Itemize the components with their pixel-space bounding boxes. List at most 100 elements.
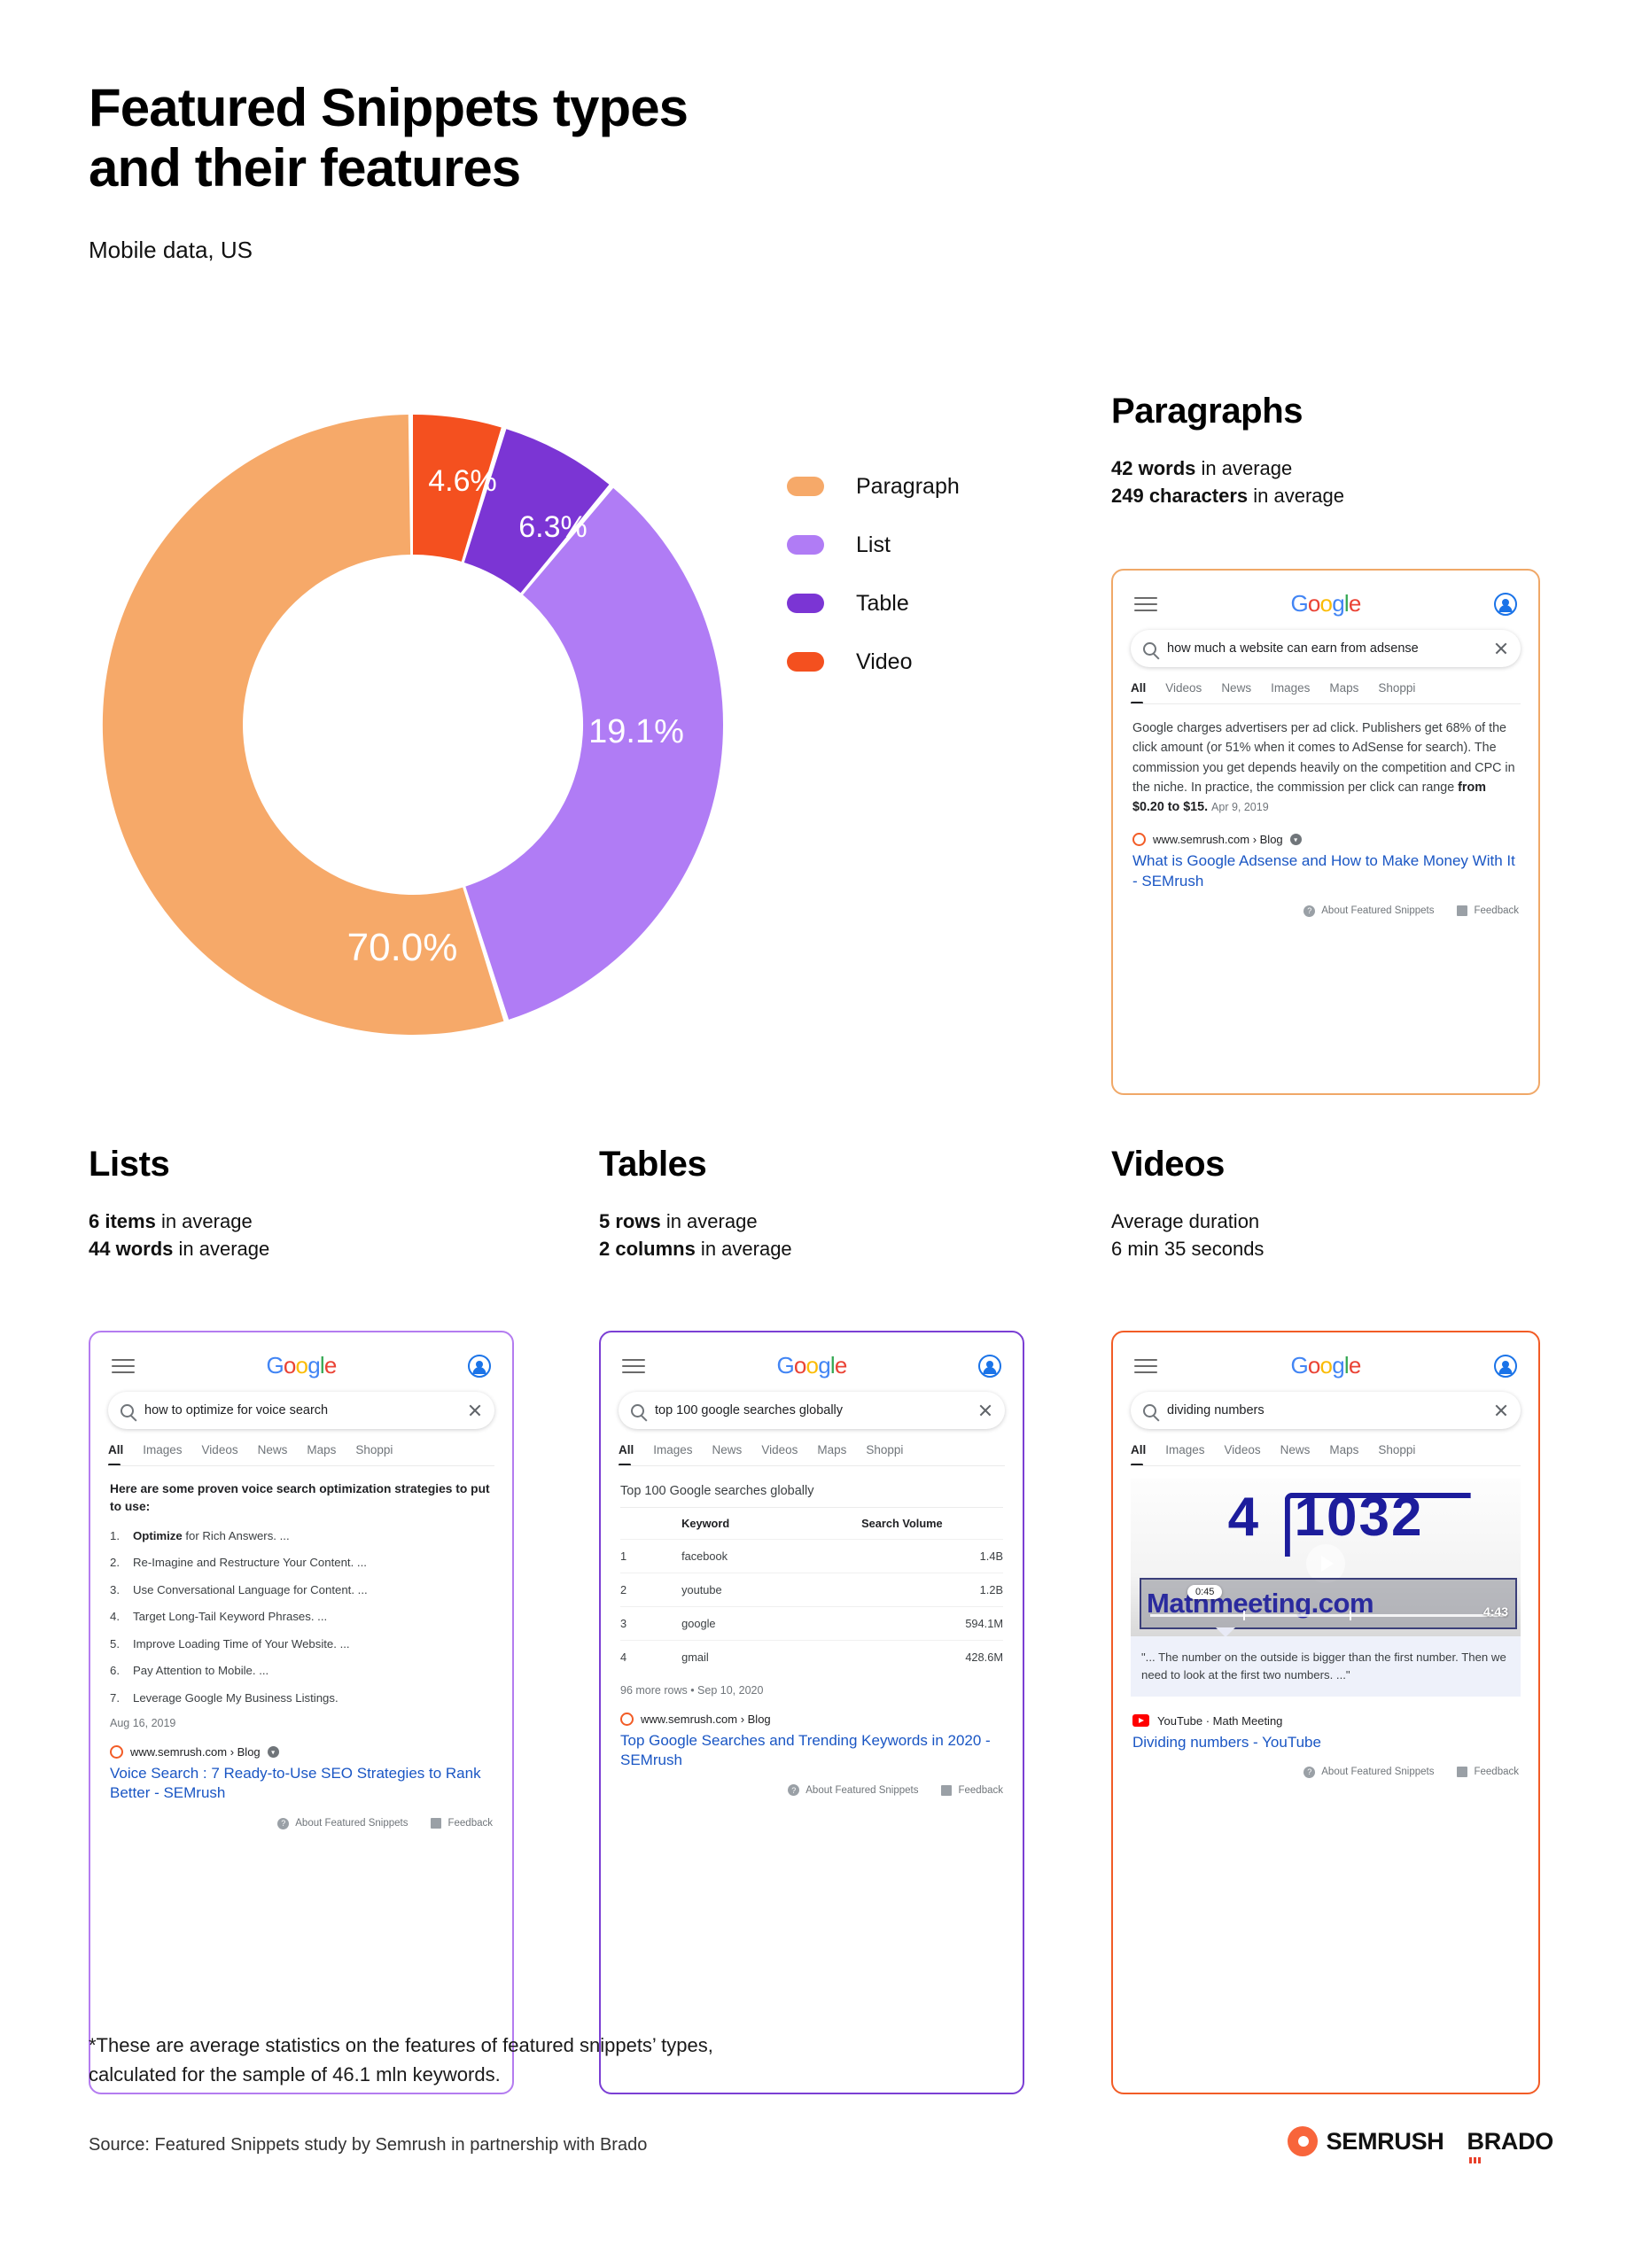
- table-header-row: Keyword Search Volume: [620, 1507, 1003, 1540]
- clear-search-icon[interactable]: [1494, 1403, 1508, 1418]
- about-featured-snippets-link[interactable]: ? About Featured Snippets: [277, 1817, 408, 1829]
- title-line-1: Featured Snippets types: [89, 78, 689, 137]
- stat-tables-rows: 5 rows in average: [599, 1208, 1024, 1235]
- video-brand-band: Mathmeeting.com 0:45 4:43: [1140, 1578, 1517, 1636]
- list-item: 3. Use Conversational Language for Conten…: [110, 1582, 493, 1598]
- footer-logos: SEMRUSH BRADO: [1287, 2126, 1553, 2163]
- tab-maps[interactable]: Maps: [1329, 1443, 1358, 1456]
- result-url[interactable]: www.semrush.com › Blog: [130, 1745, 261, 1759]
- more-rows-count[interactable]: 96 more rows: [620, 1684, 688, 1697]
- tab-shopping[interactable]: Shoppi: [1378, 1443, 1415, 1456]
- result-title-link[interactable]: Dividing numbers - YouTube: [1132, 1733, 1519, 1752]
- tab-maps[interactable]: Maps: [817, 1443, 846, 1456]
- tab-news[interactable]: News: [1280, 1443, 1311, 1456]
- legend-swatch-paragraph: [787, 477, 824, 496]
- header: Featured Snippets types and their featur…: [89, 78, 689, 264]
- feedback-link[interactable]: Feedback: [1457, 905, 1519, 917]
- tab-all[interactable]: All: [108, 1443, 123, 1465]
- feedback-link[interactable]: Feedback: [431, 1818, 493, 1829]
- tab-news[interactable]: News: [258, 1443, 288, 1456]
- about-featured-snippets-link[interactable]: ? About Featured Snippets: [1303, 1766, 1434, 1778]
- more-rows-link[interactable]: 96 more rows • Sep 10, 2020: [620, 1684, 1003, 1697]
- list-item: 4. Target Long-Tail Keyword Phrases. ...: [110, 1609, 493, 1625]
- about-featured-snippets-link[interactable]: ? About Featured Snippets: [788, 1784, 918, 1797]
- hamburger-menu-icon[interactable]: [1134, 596, 1157, 611]
- tab-maps[interactable]: Maps: [1329, 681, 1358, 695]
- hamburger-menu-icon[interactable]: [1134, 1358, 1157, 1373]
- search-input-value[interactable]: top 100 google searches globally: [655, 1403, 968, 1418]
- serp-tabs[interactable]: All Videos News Images Maps Shoppi: [1131, 681, 1521, 704]
- clear-search-icon[interactable]: [978, 1403, 992, 1418]
- clear-search-icon[interactable]: [468, 1403, 482, 1418]
- result-url[interactable]: www.semrush.com › Blog: [641, 1713, 771, 1726]
- source-credit: Source: Featured Snippets study by Semru…: [89, 2135, 648, 2155]
- search-icon: [1143, 1403, 1156, 1418]
- video-transcript-quote: "... The number on the outside is bigger…: [1131, 1636, 1521, 1697]
- account-avatar-icon[interactable]: [467, 1354, 491, 1378]
- section-heading-tables: Tables: [599, 1145, 707, 1184]
- result-title-link[interactable]: Top Google Searches and Trending Keyword…: [620, 1731, 1003, 1770]
- stat-rest: in average: [660, 1210, 758, 1232]
- serp-tabs[interactable]: All Images Videos News Maps Shoppi: [1131, 1443, 1521, 1466]
- list-item: 7. Leverage Google My Business Listings.: [110, 1690, 493, 1706]
- tab-all[interactable]: All: [619, 1443, 634, 1465]
- hamburger-menu-icon[interactable]: [622, 1358, 645, 1373]
- result-title-link[interactable]: What is Google Adsense and How to Make M…: [1132, 851, 1519, 890]
- list-item: 1. Optimize for Rich Answers. ...: [110, 1528, 493, 1544]
- search-input-value[interactable]: dividing numbers: [1167, 1403, 1483, 1418]
- tab-videos[interactable]: Videos: [202, 1443, 238, 1456]
- search-bar[interactable]: dividing numbers: [1131, 1392, 1521, 1429]
- cell-keyword: facebook: [681, 1539, 862, 1573]
- tab-news[interactable]: News: [712, 1443, 743, 1456]
- result-source-row[interactable]: www.semrush.com › Blog: [620, 1713, 1003, 1726]
- tab-news[interactable]: News: [1221, 681, 1251, 695]
- account-avatar-icon[interactable]: [1493, 592, 1517, 616]
- question-mark-icon: ?: [1303, 1766, 1316, 1778]
- youtube-channel[interactable]: YouTube · Math Meeting: [1157, 1714, 1282, 1728]
- result-url[interactable]: www.semrush.com › Blog: [1153, 833, 1283, 846]
- search-input-value[interactable]: how much a website can earn from adsense: [1167, 641, 1483, 656]
- tab-shopping[interactable]: Shoppi: [866, 1443, 903, 1456]
- clear-search-icon[interactable]: [1494, 641, 1508, 656]
- account-avatar-icon[interactable]: [977, 1354, 1001, 1378]
- stat-rest: in average: [1248, 485, 1344, 508]
- search-bar[interactable]: top 100 google searches globally: [619, 1392, 1005, 1429]
- result-title-link[interactable]: Voice Search : 7 Ready-to-Use SEO Strate…: [110, 1764, 493, 1803]
- tab-videos[interactable]: Videos: [1165, 681, 1202, 695]
- result-source-row[interactable]: www.semrush.com › Blog: [1132, 833, 1519, 847]
- tab-shopping[interactable]: Shoppi: [355, 1443, 393, 1456]
- cached-dropdown-icon[interactable]: [1289, 834, 1302, 846]
- feedback-link[interactable]: Feedback: [941, 1784, 1003, 1796]
- tab-videos[interactable]: Videos: [1225, 1443, 1261, 1456]
- search-input-value[interactable]: how to optimize for voice search: [144, 1403, 457, 1418]
- search-bar[interactable]: how to optimize for voice search: [108, 1392, 494, 1429]
- tab-images[interactable]: Images: [1165, 1443, 1204, 1456]
- hamburger-menu-icon[interactable]: [112, 1358, 135, 1373]
- chart-legend: Paragraph List Table Video: [787, 457, 960, 691]
- donut-chart: 4.6% 6.3% 19.1% 70.0%: [85, 397, 741, 1052]
- youtube-source-row[interactable]: YouTube · Math Meeting: [1132, 1714, 1519, 1728]
- cached-dropdown-icon[interactable]: [267, 1746, 279, 1759]
- serp-tabs[interactable]: All Images News Videos Maps Shoppi: [619, 1443, 1005, 1466]
- video-thumbnail[interactable]: 4 1032 Mathmeeting.com 0:45 4:43: [1131, 1479, 1521, 1636]
- video-scrubber[interactable]: [1150, 1611, 1506, 1620]
- google-logo: Google: [1290, 1352, 1361, 1379]
- result-source-row[interactable]: www.semrush.com › Blog: [110, 1745, 493, 1759]
- question-mark-icon: ?: [1303, 905, 1316, 917]
- tab-images[interactable]: Images: [653, 1443, 692, 1456]
- tab-maps[interactable]: Maps: [307, 1443, 336, 1456]
- tab-shopping[interactable]: Shoppi: [1378, 681, 1415, 695]
- account-avatar-icon[interactable]: [1493, 1354, 1517, 1378]
- about-featured-snippets-link[interactable]: ? About Featured Snippets: [1303, 905, 1434, 917]
- tab-videos[interactable]: Videos: [761, 1443, 798, 1456]
- snippet-body-paragraph: Google charges advertisers per ad click.…: [1131, 704, 1521, 917]
- serp-tabs[interactable]: All Images Videos News Maps Shoppi: [108, 1443, 494, 1466]
- tab-all[interactable]: All: [1131, 681, 1146, 703]
- search-bar[interactable]: how much a website can earn from adsense: [1131, 630, 1521, 667]
- table-row: 3 google 594.1M: [620, 1606, 1003, 1641]
- feedback-link[interactable]: Feedback: [1457, 1767, 1519, 1778]
- snippet-paragraph-text: Google charges advertisers per ad click.…: [1132, 718, 1519, 817]
- tab-all[interactable]: All: [1131, 1443, 1146, 1465]
- tab-images[interactable]: Images: [1271, 681, 1310, 695]
- tab-images[interactable]: Images: [143, 1443, 182, 1456]
